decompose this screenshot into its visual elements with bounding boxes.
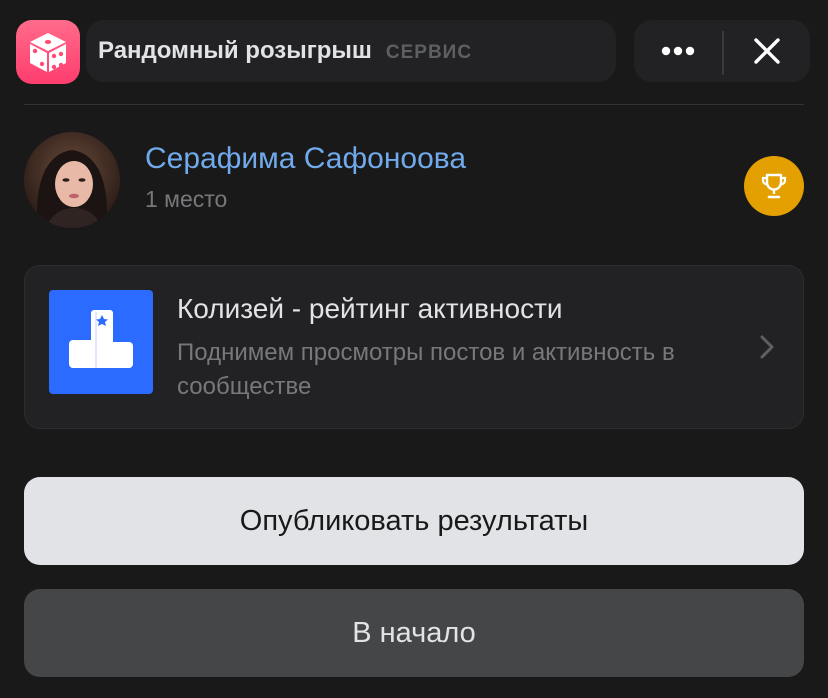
chevron-right-icon [759,334,775,365]
publish-results-button[interactable]: Опубликовать результаты [24,477,804,565]
winner-name[interactable]: Серафима Сафоноова [145,142,466,176]
dice-icon [16,20,80,84]
close-icon [754,38,780,64]
mini-app-screen: Рандомный розыгрыш СЕРВИС Серафима Сафон… [0,0,828,698]
app-title-bar: Рандомный розыгрыш СЕРВИС [86,20,616,82]
header-divider [24,104,804,105]
winner-place: 1 место [145,186,228,212]
more-button[interactable] [634,20,722,82]
winner-avatar[interactable] [24,132,120,228]
promo-card[interactable]: Колизей - рейтинг активности Поднимем пр… [24,265,804,429]
back-to-start-button[interactable]: В начало [24,589,804,677]
app-subtitle: СЕРВИС [385,42,473,63]
trophy-icon [744,156,804,216]
window-controls [634,20,810,82]
promo-description: Поднимем просмотры постов и активность в… [177,339,675,400]
more-horizontal-icon [661,46,695,56]
app-title: Рандомный розыгрыш [98,37,372,64]
close-button[interactable] [724,20,810,82]
promo-title: Колизей - рейтинг активности [177,293,563,324]
podium-icon [49,290,153,394]
